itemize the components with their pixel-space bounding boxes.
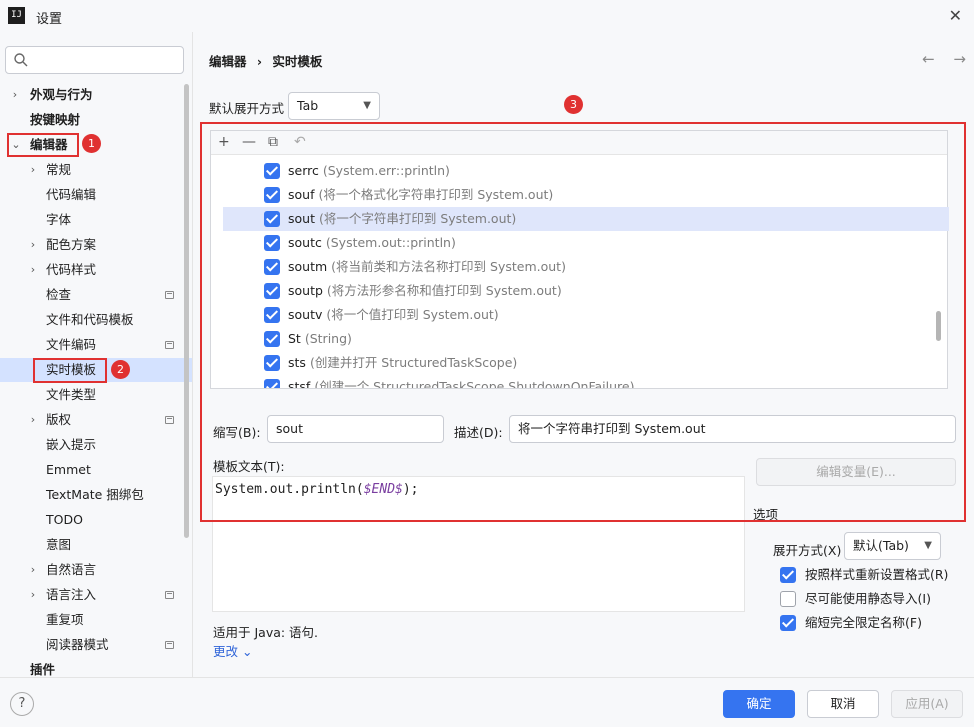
title-bar: IJ 设置 ✕	[0, 0, 974, 32]
sidebar-item-label: 版权	[46, 412, 72, 427]
sidebar-item-label: 语言注入	[46, 587, 97, 602]
annotation-box-editor	[7, 133, 79, 157]
sidebar-item-file-templates[interactable]: 文件和代码模板	[0, 308, 192, 332]
sidebar-item-label: 重复项	[46, 612, 84, 627]
main-panel: 编辑器 › 实时模板 ← → 默认展开方式 Tab ▼ + — ⧉ ↶ serr…	[194, 32, 974, 677]
options-expand-value: 默认(Tab)	[853, 538, 909, 553]
sidebar-item-inlay-hints[interactable]: 嵌入提示	[0, 433, 192, 457]
window-title: 设置	[36, 12, 63, 27]
chevron-right-icon[interactable]: ›	[27, 408, 39, 432]
sidebar-item-keymap[interactable]: 按键映射	[0, 108, 192, 132]
chevron-right-icon[interactable]: ›	[27, 558, 39, 582]
chevron-right-icon[interactable]: ›	[27, 258, 39, 282]
sidebar-item-label: 文件类型	[46, 387, 97, 402]
cancel-button[interactable]: 取消	[807, 690, 879, 718]
sidebar-item-copyright[interactable]: › 版权	[0, 408, 192, 432]
forward-arrow-icon[interactable]: →	[953, 50, 966, 68]
reformat-label: 按照样式重新设置格式(R)	[805, 567, 949, 582]
annotation-box-template-area	[200, 122, 966, 522]
options-expand-label: 展开方式(X)	[773, 543, 842, 558]
settings-sidebar: › 外观与行为 按键映射 ⌄ 编辑器 › 常规 代码编辑 字体 › 配色方案 ›…	[0, 32, 193, 677]
breadcrumb-live-templates: 实时模板	[272, 54, 323, 69]
sidebar-item-label: 阅读器模式	[46, 637, 109, 652]
project-scope-icon	[165, 641, 174, 649]
sidebar-item-general[interactable]: › 常规	[0, 158, 192, 182]
sidebar-item-label: 文件和代码模板	[46, 312, 134, 327]
help-icon[interactable]: ?	[10, 692, 34, 716]
sidebar-item-intentions[interactable]: 意图	[0, 533, 192, 557]
search-icon	[14, 53, 28, 67]
sidebar-item-textmate[interactable]: TextMate 捆绑包	[0, 483, 192, 507]
breadcrumb-editor[interactable]: 编辑器	[209, 54, 247, 69]
sidebar-item-label: 自然语言	[46, 562, 97, 577]
sidebar-item-code-style[interactable]: › 代码样式	[0, 258, 192, 282]
sidebar-item-label: 配色方案	[46, 237, 97, 252]
sidebar-item-label: 意图	[46, 537, 72, 552]
sidebar-item-label: TODO	[46, 512, 83, 527]
shorten-fq-label: 缩短完全限定名称(F)	[805, 615, 922, 630]
sidebar-item-label: 代码编辑	[46, 187, 97, 202]
search-box[interactable]	[5, 46, 184, 74]
sidebar-item-todo[interactable]: TODO	[0, 508, 192, 532]
default-expand-label: 默认展开方式	[209, 101, 285, 116]
chevron-right-icon[interactable]: ›	[27, 233, 39, 257]
shorten-fq-checkbox[interactable]	[780, 615, 796, 631]
sidebar-item-duplicates[interactable]: 重复项	[0, 608, 192, 632]
sidebar-item-label: 嵌入提示	[46, 437, 97, 452]
search-input[interactable]	[34, 50, 174, 70]
dialog-footer: ? 确定 取消 应用(A)	[0, 677, 974, 727]
sidebar-item-label: TextMate 捆绑包	[46, 487, 144, 502]
sidebar-item-file-types[interactable]: 文件类型	[0, 383, 192, 407]
nav-arrows: ← →	[908, 50, 966, 68]
chevron-right-icon[interactable]: ›	[9, 83, 21, 107]
sidebar-scrollbar[interactable]	[184, 84, 189, 538]
sidebar-item-file-encodings[interactable]: 文件编码	[0, 333, 192, 357]
annotation-badge-3: 3	[564, 95, 583, 114]
sidebar-item-label: 代码样式	[46, 262, 97, 277]
sidebar-item-reader-mode[interactable]: 阅读器模式	[0, 633, 192, 657]
breadcrumb-separator-icon: ›	[256, 54, 263, 69]
applicable-context: 适用于 Java: 语句.	[213, 625, 319, 640]
sidebar-item-label: 外观与行为	[30, 87, 93, 102]
default-expand-select[interactable]: Tab ▼	[288, 92, 380, 120]
options-expand-select[interactable]: 默认(Tab) ▼	[844, 532, 941, 560]
close-icon[interactable]: ✕	[949, 6, 962, 25]
annotation-box-live-templates	[33, 358, 107, 383]
sidebar-item-label: Emmet	[46, 462, 91, 477]
project-scope-icon	[165, 591, 174, 599]
project-scope-icon	[165, 341, 174, 349]
sidebar-item-appearance[interactable]: › 外观与行为	[0, 83, 192, 107]
ok-button[interactable]: 确定	[723, 690, 795, 718]
sidebar-item-inspections[interactable]: 检查	[0, 283, 192, 307]
sidebar-item-label: 文件编码	[46, 337, 97, 352]
sidebar-item-color-scheme[interactable]: › 配色方案	[0, 233, 192, 257]
sidebar-item-emmet[interactable]: Emmet	[0, 458, 192, 482]
sidebar-item-language-injections[interactable]: › 语言注入	[0, 583, 192, 607]
default-expand-value: Tab	[297, 98, 319, 113]
chevron-down-icon: ▼	[363, 100, 371, 111]
breadcrumb: 编辑器 › 实时模板	[209, 51, 328, 70]
sidebar-item-code-editing[interactable]: 代码编辑	[0, 183, 192, 207]
chevron-down-icon: ▼	[924, 540, 932, 551]
app-icon: IJ	[8, 7, 25, 24]
apply-button[interactable]: 应用(A)	[891, 690, 963, 718]
chevron-right-icon[interactable]: ›	[27, 583, 39, 607]
sidebar-item-font[interactable]: 字体	[0, 208, 192, 232]
annotation-badge-1: 1	[82, 134, 101, 153]
chevron-right-icon[interactable]: ›	[27, 158, 39, 182]
project-scope-icon	[165, 416, 174, 424]
sidebar-item-label: 常规	[46, 162, 72, 177]
sidebar-item-label: 字体	[46, 212, 72, 227]
back-arrow-icon[interactable]: ←	[922, 50, 935, 68]
change-context-link[interactable]: 更改 ⌄	[213, 641, 252, 660]
sidebar-item-label: 按键映射	[30, 112, 81, 127]
reformat-checkbox[interactable]	[780, 567, 796, 583]
project-scope-icon	[165, 291, 174, 299]
annotation-badge-2: 2	[111, 360, 130, 379]
static-import-label: 尽可能使用静态导入(I)	[805, 591, 931, 606]
static-import-checkbox[interactable]	[780, 591, 796, 607]
sidebar-item-label: 检查	[46, 287, 72, 302]
sidebar-item-natural-languages[interactable]: › 自然语言	[0, 558, 192, 582]
